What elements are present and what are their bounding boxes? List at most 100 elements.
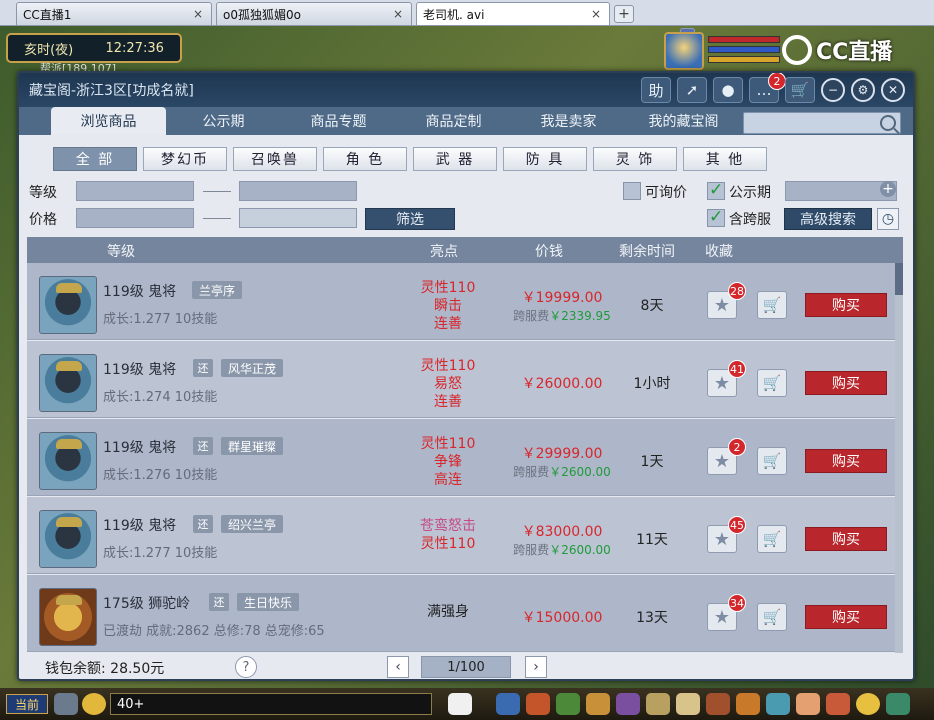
tab-topics[interactable]: 商品专题 [281, 107, 396, 135]
buy-button[interactable]: 购买 [805, 605, 887, 629]
cart-button[interactable]: 🛒 [757, 525, 787, 553]
item-level: 119级 鬼将 [103, 440, 177, 456]
level-max-input[interactable] [239, 181, 357, 201]
cart-button[interactable]: 🛒 [757, 447, 787, 475]
search-icon[interactable] [880, 115, 896, 131]
clock-icon[interactable]: ◷ [877, 208, 899, 230]
buy-button[interactable]: 购买 [805, 449, 887, 473]
table-row[interactable]: 119级 鬼将 兰亭序 成长:1.277 10技能 灵性110 瞬击 连善 ￥199… [27, 263, 895, 340]
scroll-thumb[interactable] [895, 263, 903, 295]
pet-avatar[interactable] [39, 510, 97, 568]
public-checkbox[interactable] [707, 180, 725, 200]
player-portrait[interactable] [664, 32, 704, 70]
advanced-search-button[interactable]: 高级搜索 [784, 208, 872, 230]
buy-button[interactable]: 购买 [805, 527, 887, 551]
system-icon[interactable] [886, 693, 910, 715]
buy-button[interactable]: 购买 [805, 371, 887, 395]
channel-current[interactable]: 当前 [6, 694, 48, 714]
team-icon[interactable] [556, 693, 580, 715]
pet-avatar[interactable] [39, 432, 97, 490]
item-sub: 成长:1.277 10技能 [103, 312, 218, 327]
cart-button[interactable]: 🛒 [757, 291, 787, 319]
inquiry-checkbox[interactable] [623, 182, 641, 200]
level-min-input[interactable] [76, 181, 194, 201]
minimize-icon[interactable]: − [821, 78, 845, 102]
mount-icon[interactable] [706, 693, 730, 715]
share-icon[interactable]: ➚ [677, 77, 707, 103]
map-icon[interactable] [646, 693, 670, 715]
category-pets[interactable]: 召唤兽 [233, 147, 317, 171]
category-all[interactable]: 全 部 [53, 147, 137, 171]
favorite-button[interactable]: ★ 34 [707, 594, 746, 631]
gear-icon[interactable]: ⚙ [851, 78, 875, 102]
scroll-icon[interactable] [676, 693, 700, 715]
tab-browse[interactable]: 浏览商品 [51, 107, 166, 135]
character-avatar[interactable] [39, 588, 97, 646]
browser-tab-cc[interactable]: CC直播1 × [16, 2, 695, 43]
skill-icon[interactable] [496, 693, 520, 715]
cross-server-checkbox[interactable] [707, 207, 725, 227]
cart-icon: 🛒 [762, 296, 782, 314]
message-icon[interactable]: … 2 [749, 73, 786, 103]
tab-public[interactable]: 公示期 [166, 107, 281, 135]
microphone-icon[interactable] [54, 693, 78, 715]
table-row[interactable]: 119级 鬼将 还 群星璀璨 成长:1.276 10技能 灵性110 争锋 高连 ￥… [27, 419, 895, 496]
buy-button[interactable]: 购买 [805, 293, 887, 317]
tab-seller[interactable]: 我是卖家 [511, 107, 626, 135]
browser-tab-video[interactable]: 老司机. avi × [416, 2, 695, 43]
favorite-button[interactable]: ★ 45 [707, 516, 746, 553]
cart-icon: 🛒 [762, 374, 782, 392]
category-coins[interactable]: 梦幻币 [143, 147, 227, 171]
close-icon[interactable]: × [589, 7, 603, 21]
category-armor[interactable]: 防 具 [503, 147, 587, 171]
pet-avatar[interactable] [39, 354, 97, 412]
table-row[interactable]: 119级 鬼将 还 风华正茂 成长:1.274 10技能 灵性110 易怒 连善 ￥… [27, 341, 895, 418]
close-icon[interactable]: × [191, 7, 205, 21]
category-weapons[interactable]: 武 器 [413, 147, 497, 171]
category-roles[interactable]: 角 色 [323, 147, 407, 171]
plus-icon[interactable]: + [880, 181, 896, 197]
shop-icon[interactable] [796, 693, 820, 715]
guild-icon[interactable] [616, 693, 640, 715]
pet-avatar[interactable] [39, 276, 97, 334]
close-icon[interactable]: ✕ [881, 78, 905, 102]
next-page-button[interactable]: › [525, 656, 547, 678]
close-icon[interactable]: × [391, 7, 405, 21]
price-max-input[interactable] [239, 208, 357, 228]
browser-tab-streamer[interactable]: o0孤独狐媚0o × [216, 2, 695, 43]
favorite-button[interactable]: ★ 2 [707, 438, 746, 475]
table-row[interactable]: 175级 狮驼岭 还 生日快乐 已渡劫 成就:2862 总修:78 总宠修:65… [27, 575, 895, 652]
bag-icon[interactable] [526, 693, 550, 715]
friends-icon[interactable] [736, 693, 760, 715]
prev-page-button[interactable]: ‹ [387, 656, 409, 678]
favorite-button[interactable]: ★ 41 [707, 360, 746, 397]
help-button[interactable]: 助 [641, 77, 671, 103]
table-scrollbar[interactable] [895, 263, 903, 653]
help-icon[interactable]: ? [235, 656, 257, 678]
cart-button[interactable]: 🛒 [757, 369, 787, 397]
new-tab-button[interactable]: + [614, 5, 634, 23]
filter-button[interactable]: 筛选 [365, 208, 455, 230]
fish-icon[interactable] [766, 693, 790, 715]
category-other[interactable]: 其 他 [683, 147, 767, 171]
star-icon: ★ [713, 606, 731, 628]
cart-icon[interactable]: 🛒 [785, 77, 815, 103]
search-input[interactable] [743, 112, 901, 134]
favorite-button[interactable]: ★ 28 [707, 282, 746, 319]
emoji-icon[interactable] [82, 693, 106, 715]
pet-icon[interactable] [448, 693, 472, 715]
category-ornaments[interactable]: 灵 饰 [593, 147, 677, 171]
quest-icon[interactable] [586, 693, 610, 715]
gift-icon[interactable] [826, 693, 850, 715]
chat-input[interactable]: 40+ [110, 693, 432, 715]
price-min-input[interactable] [76, 208, 194, 228]
table-row[interactable]: 119级 鬼将 还 绍兴兰亭 成长:1.277 10技能 苍鸾怒击 灵性110 ￥… [27, 497, 895, 574]
tab-custom[interactable]: 商品定制 [396, 107, 511, 135]
record-icon[interactable]: ● [713, 77, 743, 103]
smile-icon[interactable] [856, 693, 880, 715]
cart-button[interactable]: 🛒 [757, 603, 787, 631]
time-left: 13天 [636, 610, 668, 626]
star-icon: ★ [713, 372, 731, 394]
item-tag: 绍兴兰亭 [221, 515, 284, 533]
tab-my-pavilion[interactable]: 我的藏宝阁 [626, 107, 741, 135]
